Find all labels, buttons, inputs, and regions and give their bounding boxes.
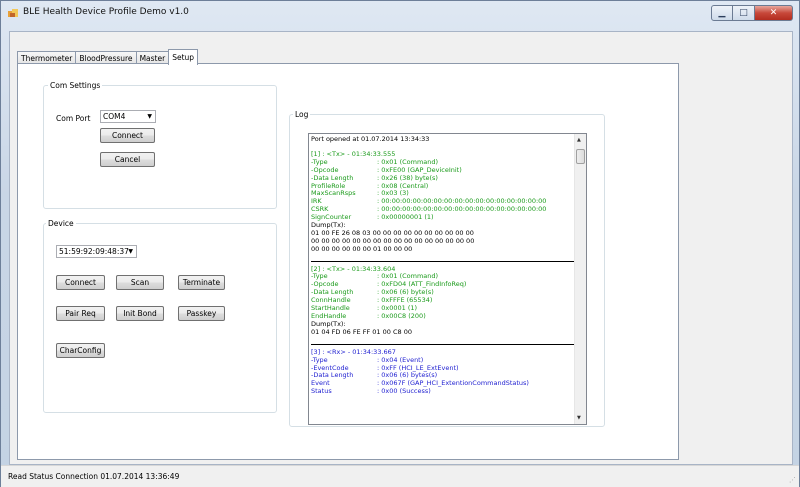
app-window: BLE Health Device Profile Demo v1.0 ▁ □ …: [0, 0, 800, 487]
passkey-button[interactable]: Passkey: [178, 306, 225, 321]
maximize-icon: □: [739, 8, 748, 18]
status-text: Read Status Connection 01.07.2014 13:36:…: [8, 472, 180, 481]
client-area: Thermometer BloodPressure Master Setup C…: [9, 31, 793, 465]
window-title: BLE Health Device Profile Demo v1.0: [23, 7, 189, 17]
status-bar: Read Status Connection 01.07.2014 13:36:…: [1, 465, 799, 487]
close-button[interactable]: ✕: [755, 5, 793, 21]
log-row: -Data Length: 0x26 (38) byte(s): [311, 173, 438, 182]
minimize-icon: ▁: [718, 8, 726, 18]
tab-strip: Thermometer BloodPressure Master Setup: [17, 49, 199, 65]
com-port-select[interactable]: COM4 ▼: [100, 110, 156, 123]
log-separator: [311, 260, 574, 262]
log-row: ConnHandle: 0xFFFE (65534): [311, 296, 433, 305]
log-content: Port opened at 01.07.2014 13:34:33 [1] :…: [311, 135, 574, 396]
log-entry-header: [3] : <Rx> - 01:34:33.667: [311, 347, 396, 356]
com-connect-button[interactable]: Connect: [100, 128, 155, 143]
minimize-button[interactable]: ▁: [711, 5, 733, 21]
log-row: Event: 0x067F (GAP_HCI_ExtentionCommandS…: [311, 379, 529, 388]
resize-grip-icon[interactable]: ⋰: [789, 476, 796, 484]
com-port-value: COM4: [103, 112, 126, 121]
com-settings-group: Com Settings Com Port COM4 ▼ Connect Can…: [43, 81, 277, 209]
log-opened-line: Port opened at 01.07.2014 13:34:33: [311, 135, 430, 143]
scroll-up-icon[interactable]: ▲: [577, 137, 581, 143]
log-dump-line: 01 04 FD 06 FE FF 01 00 C8 00: [311, 327, 412, 336]
close-icon: ✕: [769, 8, 778, 18]
init-bond-button[interactable]: Init Bond: [116, 306, 164, 321]
device-group: Device 51:59:92:09:48:37 ▼ Connect Scan …: [43, 219, 277, 413]
com-cancel-button[interactable]: Cancel: [100, 152, 155, 167]
scroll-down-icon[interactable]: ▼: [577, 415, 581, 421]
tab-setup[interactable]: Setup: [168, 49, 199, 65]
charconfig-button[interactable]: CharConfig: [56, 343, 105, 358]
device-address-value: 51:59:92:09:48:37: [59, 247, 129, 256]
log-textbox[interactable]: Port opened at 01.07.2014 13:34:33 [1] :…: [308, 133, 587, 425]
log-row: Status: 0x00 (Success): [311, 387, 431, 396]
com-port-label: Com Port: [56, 114, 91, 123]
log-row: EndHandle: 0x00C8 (200): [311, 312, 426, 321]
terminate-button[interactable]: Terminate: [178, 275, 225, 290]
chevron-down-icon: ▼: [128, 248, 133, 255]
log-separator: [311, 343, 574, 345]
log-title: Log: [293, 110, 311, 119]
device-title: Device: [46, 219, 76, 228]
scroll-thumb[interactable]: [576, 149, 585, 164]
log-entry-header: [2] : <Tx> - 01:34:33.604: [311, 264, 396, 273]
log-entry-header: [1] : <Tx> - 01:34:33.555: [311, 149, 396, 158]
log-row: StartHandle: 0x0001 (1): [311, 304, 418, 313]
device-address-select[interactable]: 51:59:92:09:48:37 ▼: [56, 245, 137, 258]
app-icon: [8, 9, 18, 17]
log-group: Log Port opened at 01.07.2014 13:34:33 […: [289, 110, 605, 427]
pair-req-button[interactable]: Pair Req: [56, 306, 105, 321]
device-connect-button[interactable]: Connect: [56, 275, 105, 290]
log-row: SignCounter: 0x00000001 (1): [311, 213, 434, 222]
title-bar[interactable]: BLE Health Device Profile Demo v1.0 ▁ □ …: [1, 1, 799, 27]
log-scrollbar[interactable]: ▲ ▼: [574, 134, 586, 424]
chevron-down-icon: ▼: [147, 113, 152, 120]
scan-button[interactable]: Scan: [116, 275, 164, 290]
com-settings-title: Com Settings: [48, 81, 103, 90]
log-dump-line: 00 00 00 00 00 00 01 00 00 00: [311, 244, 413, 253]
maximize-button[interactable]: □: [733, 5, 755, 21]
setup-tab-page: Com Settings Com Port COM4 ▼ Connect Can…: [17, 63, 679, 460]
